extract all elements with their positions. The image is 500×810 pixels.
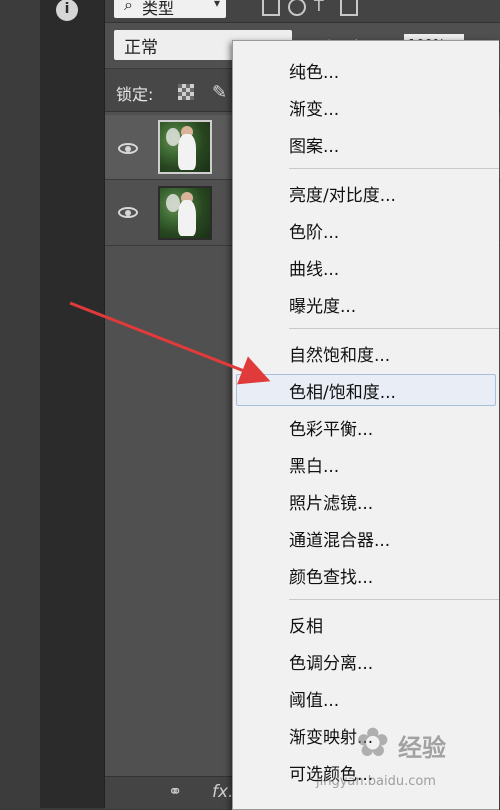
lock-pixels-icon[interactable] xyxy=(178,84,194,100)
menu-item[interactable]: 纯色... xyxy=(233,53,499,87)
menu-item-label: 通道混合器... xyxy=(289,531,391,551)
menu-item[interactable]: 自然饱和度... xyxy=(233,336,499,370)
pixel-filter-icon[interactable] xyxy=(262,0,280,16)
layer-kind-dropdown[interactable]: ⌕ 类型 ▾ xyxy=(114,0,226,18)
menu-item[interactable]: 照片滤镜... xyxy=(233,484,499,518)
menu-separator xyxy=(289,168,499,169)
eye-icon[interactable] xyxy=(118,206,140,220)
menu-item-label: 色调分离... xyxy=(289,654,374,674)
watermark-text: 经验 xyxy=(398,734,446,762)
layer-thumbnail[interactable] xyxy=(158,120,212,174)
menu-item[interactable]: 曝光度... xyxy=(233,287,499,321)
menu-item[interactable]: 曲线... xyxy=(233,250,499,284)
info-icon[interactable]: i xyxy=(56,0,78,21)
menu-item[interactable]: 颜色查找... xyxy=(233,558,499,592)
menu-item[interactable]: 通道混合器... xyxy=(233,521,499,555)
menu-item-label: 曝光度... xyxy=(289,297,357,317)
menu-item[interactable]: 反相 xyxy=(233,607,499,641)
watermark-url: jingyan.baidu.com xyxy=(316,774,436,789)
menu-item-label: 亮度/对比度... xyxy=(289,186,396,206)
kind-label: 类型 xyxy=(142,0,175,18)
menu-item[interactable]: 色调分离... xyxy=(233,644,499,678)
type-filter-icon[interactable]: T xyxy=(314,0,332,15)
menu-item[interactable]: 色阶... xyxy=(233,213,499,247)
brush-icon[interactable]: ✎ xyxy=(212,82,227,103)
menu-item-label: 纯色... xyxy=(289,63,340,83)
link-icon[interactable]: ⚭ xyxy=(168,782,182,802)
menu-item[interactable]: 色彩平衡... xyxy=(233,410,499,444)
left-strip xyxy=(0,0,40,808)
menu-item-label: 黑白... xyxy=(289,457,340,477)
search-icon: ⌕ xyxy=(124,0,133,14)
chevron-down-icon: ▾ xyxy=(213,0,220,10)
menu-item-label: 渐变... xyxy=(289,100,340,120)
menu-item[interactable]: 亮度/对比度... xyxy=(233,176,499,210)
menu-item-label: 图案... xyxy=(289,137,340,157)
watermark-logo: ✿ 经验 jingyan.baidu.com xyxy=(316,720,500,800)
panel-tab-gutter xyxy=(40,0,105,808)
paw-icon: ✿ xyxy=(356,720,390,766)
menu-item-label: 阈值... xyxy=(289,691,340,711)
menu-item-label: 色阶... xyxy=(289,223,340,243)
layer-thumbnail[interactable] xyxy=(158,186,212,240)
menu-item[interactable]: 色相/饱和度... xyxy=(233,373,499,407)
shape-filter-icon[interactable] xyxy=(340,0,358,16)
menu-item-label: 色彩平衡... xyxy=(289,420,374,440)
menu-item[interactable]: 渐变... xyxy=(233,90,499,124)
menu-item[interactable]: 黑白... xyxy=(233,447,499,481)
lock-label: 锁定: xyxy=(116,85,154,104)
menu-item[interactable]: 图案... xyxy=(233,127,499,161)
menu-separator xyxy=(289,328,499,329)
menu-item-label: 色相/饱和度... xyxy=(289,383,396,403)
menu-item-label: 照片滤镜... xyxy=(289,494,374,514)
blend-mode-value: 正常 xyxy=(124,38,158,58)
menu-item-label: 反相 xyxy=(289,617,323,637)
menu-item-label: 曲线... xyxy=(289,260,340,280)
menu-item[interactable]: 阈值... xyxy=(233,681,499,715)
adjustment-layer-menu: 纯色... 渐变... 图案... 亮度/对比度... 色阶... 曲线... 曝光度...… xyxy=(232,40,499,810)
menu-separator xyxy=(289,599,499,600)
fx-icon[interactable]: fx. xyxy=(212,782,233,802)
menu-item-label: 自然饱和度... xyxy=(289,346,391,366)
eye-icon[interactable] xyxy=(118,142,140,156)
menu-item-label: 颜色查找... xyxy=(289,568,374,588)
